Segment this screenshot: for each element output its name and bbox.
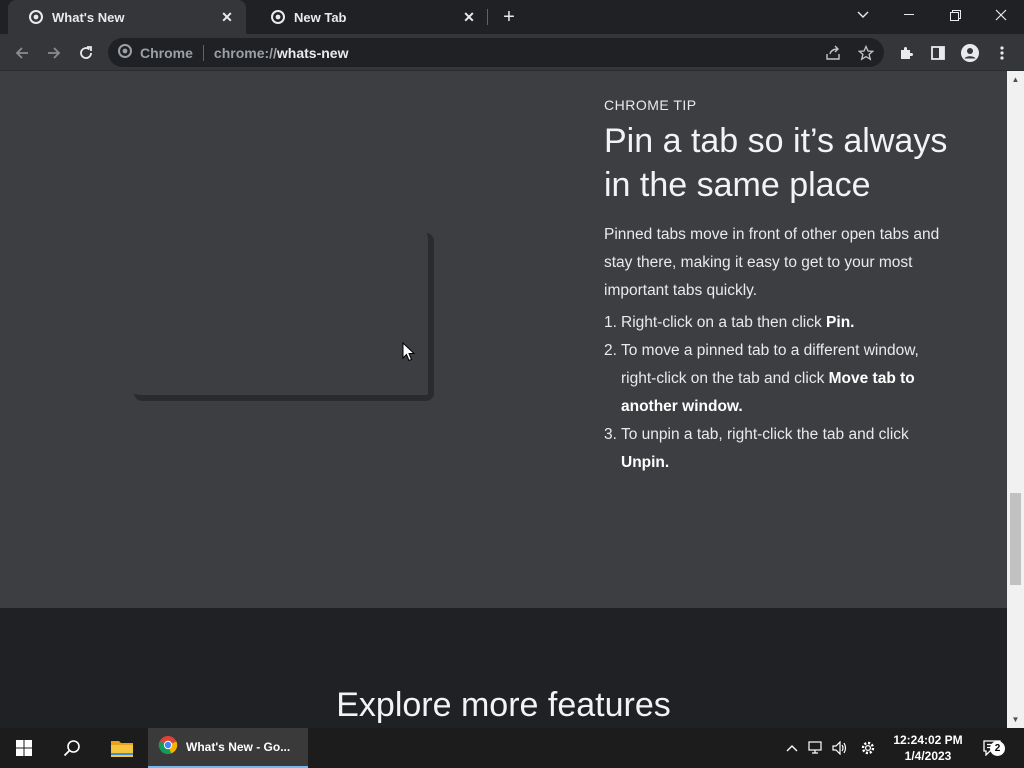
- network-icon[interactable]: [806, 738, 826, 758]
- minimize-button[interactable]: [886, 0, 932, 30]
- page-scrollbar[interactable]: ▲ ▼: [1007, 71, 1024, 728]
- tip-illustration: [134, 233, 434, 401]
- gear-icon[interactable]: [858, 738, 878, 758]
- url-scheme: chrome://: [213, 44, 277, 61]
- close-tab-icon[interactable]: ✕: [218, 8, 236, 26]
- share-icon[interactable]: [823, 43, 843, 63]
- scroll-down-arrow-icon[interactable]: ▼: [1007, 711, 1024, 728]
- chevron-up-icon[interactable]: [782, 738, 802, 758]
- step-number: 2.: [604, 342, 617, 359]
- chrome-icon: [270, 9, 286, 25]
- tab-search-icon[interactable]: [840, 0, 886, 30]
- tab-title: What's New: [52, 9, 125, 25]
- extensions-icon[interactable]: [892, 39, 920, 67]
- reload-button[interactable]: [72, 39, 100, 67]
- windows-taskbar: What's New - Go... 12:24:02 PM 1/4/2023 …: [0, 728, 1024, 768]
- step-bold: Pin.: [826, 314, 855, 331]
- taskbar-clock[interactable]: 12:24:02 PM 1/4/2023: [884, 732, 972, 764]
- browser-toolbar: Chrome chrome:// whats-new: [0, 34, 1024, 71]
- taskbar-app-label: What's New - Go...: [186, 740, 291, 754]
- clock-time: 12:24:02 PM: [893, 733, 963, 747]
- tip-label: CHROME TIP: [604, 97, 697, 113]
- scroll-thumb[interactable]: [1010, 493, 1021, 585]
- windows-start-icon[interactable]: [0, 728, 48, 768]
- profile-avatar-icon[interactable]: [956, 39, 984, 67]
- tip-steps-list: 1. Right-click on a tab then click Pin. …: [604, 309, 954, 477]
- tab-strip: What's New ✕ New Tab ✕ +: [0, 0, 1024, 34]
- volume-icon[interactable]: [830, 738, 850, 758]
- forward-button[interactable]: [40, 39, 68, 67]
- restore-button[interactable]: [932, 0, 978, 30]
- address-bar[interactable]: Chrome chrome:// whats-new: [108, 38, 884, 67]
- list-item: 3. To unpin a tab, right-click the tab a…: [604, 421, 954, 477]
- notification-count-badge: 2: [990, 741, 1005, 756]
- taskbar-chrome-app[interactable]: What's New - Go...: [148, 728, 308, 768]
- tab-whats-new[interactable]: What's New ✕: [8, 0, 246, 34]
- clock-date: 1/4/2023: [904, 749, 952, 763]
- chrome-tip-section: CHROME TIP Pin a tab so it’s always in t…: [0, 71, 1007, 608]
- tip-heading: Pin a tab so it’s always in the same pla…: [604, 122, 948, 204]
- tip-text-block: CHROME TIP Pin a tab so it’s always in t…: [604, 97, 954, 477]
- omnibox-divider: [202, 44, 204, 61]
- list-item: 2. To move a pinned tab to a different w…: [604, 337, 954, 421]
- step-bold: Unpin.: [621, 454, 670, 471]
- step-number: 3.: [604, 426, 617, 443]
- scroll-up-arrow-icon[interactable]: ▲: [1007, 71, 1024, 88]
- new-tab-button[interactable]: +: [498, 6, 520, 28]
- close-tab-icon[interactable]: ✕: [460, 8, 478, 26]
- site-chip-label: Chrome: [140, 44, 193, 61]
- search-icon[interactable]: [48, 728, 96, 768]
- mouse-cursor-icon: [402, 342, 416, 362]
- list-item: 1. Right-click on a tab then click Pin.: [604, 309, 954, 337]
- chrome-icon: [158, 735, 178, 760]
- page-content: CHROME TIP Pin a tab so it’s always in t…: [0, 71, 1007, 728]
- file-explorer-icon[interactable]: [98, 728, 146, 768]
- explore-heading: Explore more features: [336, 686, 671, 724]
- tab-new-tab[interactable]: New Tab ✕: [250, 0, 488, 34]
- url-host: whats-new: [276, 44, 349, 61]
- tip-body: Pinned tabs move in front of other open …: [604, 226, 940, 299]
- tab-divider: [487, 9, 488, 25]
- bookmark-star-icon[interactable]: [856, 43, 876, 63]
- step-text: Right-click on a tab then click: [621, 314, 827, 331]
- close-window-button[interactable]: [978, 0, 1024, 30]
- step-text: To unpin a tab, right-click the tab and …: [621, 426, 909, 443]
- tab-title: New Tab: [294, 9, 347, 25]
- step-number: 1.: [604, 314, 617, 331]
- kebab-menu-icon[interactable]: [988, 39, 1016, 67]
- chrome-icon: [118, 44, 132, 61]
- side-panel-icon[interactable]: [924, 39, 952, 67]
- back-button[interactable]: [8, 39, 36, 67]
- chrome-icon: [28, 9, 44, 25]
